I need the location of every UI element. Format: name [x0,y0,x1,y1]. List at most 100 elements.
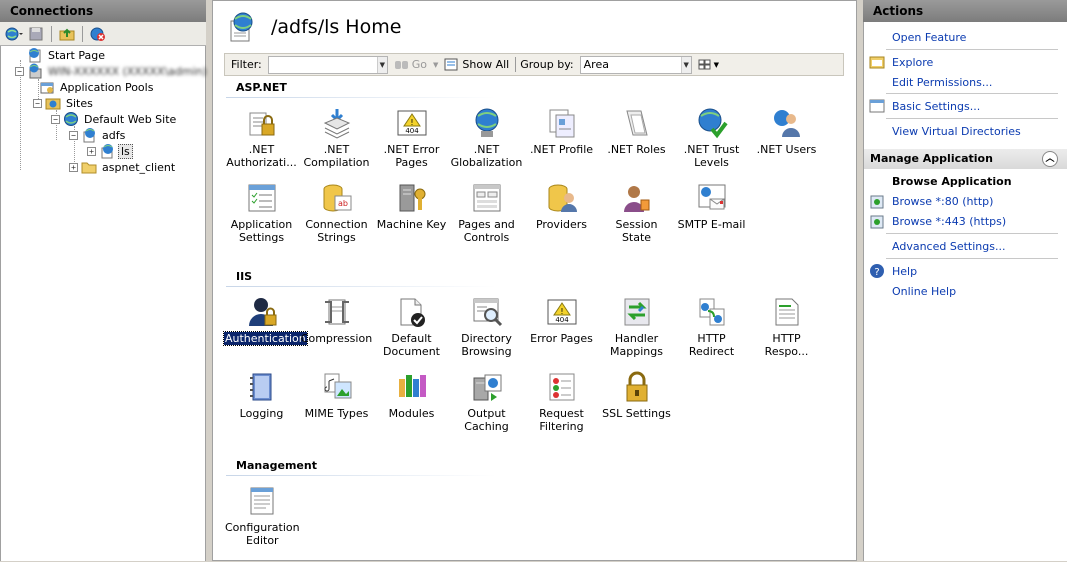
feature-logging[interactable]: Logging [224,371,299,420]
chevron-down-icon[interactable]: ▼ [376,56,387,73]
expand-toggle[interactable]: + [87,146,96,156]
browse-http-link[interactable]: Browse *:80 (http) [892,195,993,208]
authentication-icon [246,296,278,328]
feature-directory-browsing[interactable]: Directory Browsing [449,296,524,358]
feature-handler-mappings[interactable]: Handler Mappings [599,296,674,358]
feature-connection-strings[interactable]: ab Connection Strings [299,182,374,244]
feature-net-roles[interactable]: .NET Roles [599,107,674,156]
disconnect-icon[interactable] [89,25,107,43]
connections-title: Connections [10,4,94,18]
feature-configuration-editor[interactable]: Configuration Editor [224,485,300,547]
feature-compression[interactable]: Compression [299,296,374,345]
settings-list-icon [246,182,278,214]
modules-icon [396,371,428,403]
feature-net-users[interactable]: .NET Users [749,107,824,156]
up-folder-icon[interactable] [58,25,76,43]
feature-net-trust-levels[interactable]: .NET Trust Levels [674,107,749,169]
filter-input[interactable]: ▼ [267,55,388,74]
tree-item-app-pools[interactable]: Application Pools [39,79,155,95]
advanced-settings-link[interactable]: Advanced Settings... [892,240,1005,253]
feature-default-document[interactable]: Default Document [374,296,449,358]
tree-item-sites[interactable]: − Sites [33,95,95,111]
feature-output-caching[interactable]: Output Caching [449,371,524,433]
view-virtual-directories-link[interactable]: View Virtual Directories [892,125,1021,138]
feature-authentication[interactable]: Authentication [223,296,308,346]
feature-providers[interactable]: Providers [524,182,599,231]
basic-settings-link[interactable]: Basic Settings... [892,100,980,113]
feature-error-pages[interactable]: ! 404 Error Pages [524,296,599,345]
feature-request-filtering[interactable]: Request Filtering [524,371,599,433]
svg-text:?: ? [874,267,879,278]
feature-smtp-email[interactable]: SMTP E-mail [674,182,749,231]
help-link[interactable]: Help [892,265,917,278]
group-by-select[interactable]: Area ▼ [579,55,692,74]
online-help-link[interactable]: Online Help [892,285,956,298]
chevron-up-icon[interactable]: ︿ [1042,151,1058,167]
explore-icon [869,54,885,70]
feature-machine-key[interactable]: Machine Key [374,182,449,231]
tree-item-default-web-site[interactable]: − Default Web Site [51,111,178,127]
feature-net-globalization[interactable]: .NET Globalization [449,107,524,169]
toolbar-separator [82,25,83,42]
feature-ssl-settings[interactable]: SSL Settings [599,371,674,420]
tree-item-start-page[interactable]: Start Page [15,47,107,63]
open-feature-link[interactable]: Open Feature [892,31,966,44]
tree-item-adfs[interactable]: − adfs [69,127,127,143]
save-icon[interactable] [27,25,45,43]
feature-pages-controls[interactable]: Pages and Controls [449,182,524,244]
feature-modules[interactable]: Modules [374,371,449,420]
chevron-down-icon[interactable]: ▼ [680,56,691,73]
profile-icon [546,107,578,139]
tree-item-server[interactable]: − WIN-XXXXXX (XXXXX\admin) [15,63,209,79]
response-headers-icon [771,296,803,328]
feature-net-error-pages[interactable]: ! 404 .NET Error Pages [374,107,449,169]
redirect-icon [696,296,728,328]
collapse-toggle[interactable]: − [15,66,24,76]
filter-label: Filter: [231,58,262,71]
feature-mime-types[interactable]: MIME Types [299,371,374,420]
feature-http-redirect[interactable]: HTTP Redirect [674,296,749,358]
manage-application-header[interactable]: Manage Application ︿ [864,149,1067,169]
users-icon [771,107,803,139]
feature-http-response-headers[interactable]: HTTP Respo... [749,296,824,358]
actions-panel: Open Feature Explore Edit Permissions...… [863,22,1067,561]
feature-net-authorization[interactable]: .NET Authorizati... [224,107,299,169]
app-pools-icon [39,79,55,95]
features-view: /adfs/ls Home Filter: ▼ Go ▼ Show All Gr… [212,0,857,561]
folder-icon [81,159,97,175]
features-content: ASP.NET .NET Authorizati... .NET Compila… [223,77,844,562]
feature-session-state[interactable]: Session State [599,182,674,244]
help-icon: ? [869,263,885,279]
tree-item-aspnet-client[interactable]: + aspnet_client [69,159,177,175]
go-button[interactable]: Go ▼ [394,58,438,72]
collapse-toggle[interactable]: − [33,98,42,108]
page-title: /adfs/ls Home [271,16,402,38]
providers-icon [546,182,578,214]
logging-icon [246,371,278,403]
svg-text:ab: ab [338,199,348,208]
browse-https-link[interactable]: Browse *:443 (https) [892,215,1006,228]
request-filtering-icon [546,371,578,403]
feature-net-compilation[interactable]: .NET Compilation [299,107,374,169]
feature-application-settings[interactable]: Application Settings [224,182,299,244]
server-icon [27,63,43,79]
explore-link[interactable]: Explore [892,56,933,69]
connections-tree: Start Page − WIN-XXXXXX (XXXXX\admin) Ap… [0,46,209,561]
section-title-iis: IIS [236,270,253,283]
collapse-toggle[interactable]: − [51,114,60,124]
globe-connect-icon[interactable] [5,25,23,43]
collapse-toggle[interactable]: − [69,130,78,140]
view-mode-button[interactable]: ▼ [698,59,719,71]
handler-mappings-icon [621,296,653,328]
svg-text:!: ! [410,118,413,127]
database-icon: ab [321,182,353,214]
edit-permissions-link[interactable]: Edit Permissions... [892,76,992,89]
feature-net-profile[interactable]: .NET Profile [524,107,599,156]
tree-item-ls[interactable]: + ls [87,143,133,159]
output-caching-icon [471,371,503,403]
expand-toggle[interactable]: + [69,162,78,172]
svg-text:404: 404 [405,127,419,135]
chevron-down-icon[interactable]: ▼ [433,61,438,69]
show-all-button[interactable]: Show All [444,58,509,72]
view-icon [698,59,711,69]
